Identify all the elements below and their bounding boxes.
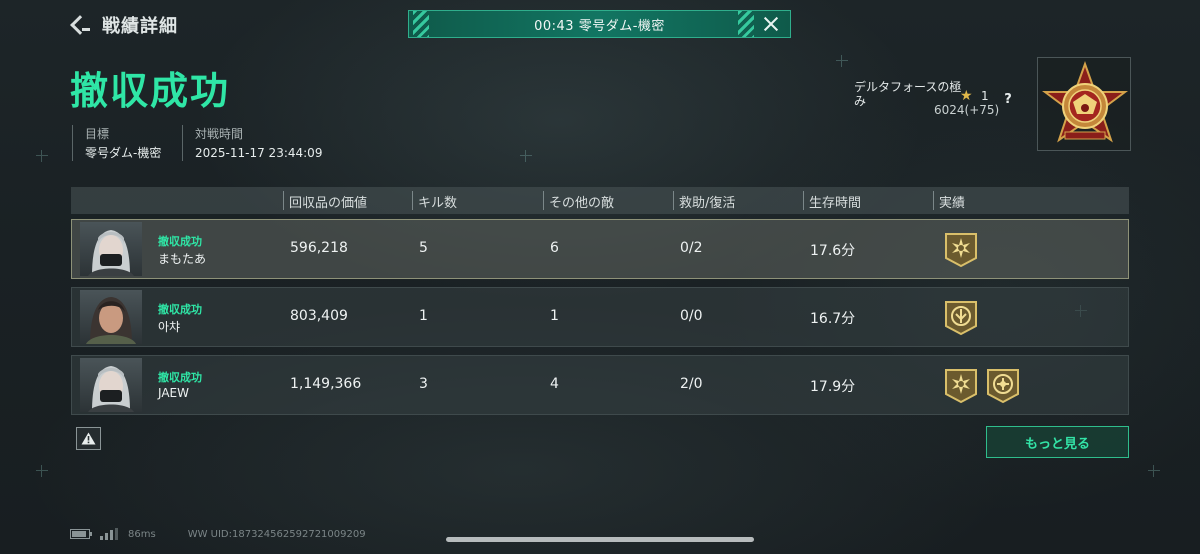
- target-value: 零号ダム-機密: [85, 146, 162, 160]
- time-value: 2025-11-17 23:44:09: [195, 146, 323, 160]
- column-header: 実績: [939, 196, 966, 211]
- loot-value: 596,218: [290, 240, 348, 256]
- rank-points: 6024(+75): [934, 103, 1000, 117]
- avatar: [80, 222, 142, 276]
- column-divider: [412, 191, 413, 210]
- target-label: 目標: [85, 127, 110, 141]
- other-enemies: 1: [550, 308, 559, 324]
- rank-medal-icon: [1042, 61, 1128, 143]
- kill-count: 3: [419, 376, 428, 392]
- column-header: その他の敵: [549, 196, 615, 211]
- sun-badge-icon[interactable]: [944, 368, 978, 404]
- target-info: 目標 零号ダム-機密: [72, 125, 161, 161]
- other-enemies: 4: [550, 376, 559, 392]
- rank-info: デルタフォースの極み ★ 1 6024(+75): [854, 80, 1014, 117]
- column-divider: [933, 191, 934, 210]
- player-name: まもたあ: [158, 252, 207, 266]
- signal-icon: [100, 528, 118, 540]
- uid-text: WW UID:1873245625927210092​09: [187, 528, 366, 540]
- crosshair-decoration: [36, 150, 48, 162]
- table-row[interactable]: 撤収成功 아챠 803,409 1 1 0/0 16.7分: [71, 287, 1129, 347]
- match-time-info: 対戦時間 2025-11-17 23:44:09: [182, 125, 322, 161]
- match-banner: 00:43 零号ダム-機密: [408, 10, 791, 38]
- home-indicator[interactable]: [446, 537, 754, 542]
- column-divider: [543, 191, 544, 210]
- sun-badge-icon[interactable]: [944, 232, 978, 268]
- column-divider: [673, 191, 674, 210]
- column-header: キル数: [418, 196, 458, 211]
- table-row[interactable]: 撤収成功 まもたあ 596,218 5 6 0/2 17.6分: [71, 219, 1129, 279]
- column-divider: [803, 191, 804, 210]
- operator-portrait-icon: [88, 366, 134, 412]
- column-header: 生存時間: [809, 196, 862, 211]
- avatar: [80, 358, 142, 412]
- survival-time: 17.9分: [810, 379, 856, 395]
- loot-value: 803,409: [290, 308, 348, 324]
- crosshair-decoration: [36, 465, 48, 477]
- crosshair-decoration: [520, 150, 532, 162]
- column-header: 救助/復活: [679, 196, 736, 211]
- rescue-revive: 0/2: [680, 240, 703, 256]
- player-name: JAEW: [158, 386, 189, 400]
- rank-stars: 1: [981, 89, 989, 103]
- rank-medal[interactable]: [1037, 57, 1131, 151]
- report-button[interactable]: [76, 427, 101, 450]
- player-name: 아챠: [158, 320, 181, 334]
- page-title: 戦績詳細: [102, 16, 178, 37]
- survival-time: 17.6分: [810, 243, 856, 259]
- survival-time: 16.7分: [810, 311, 856, 327]
- column-divider: [283, 191, 284, 210]
- player-status: 撤収成功: [158, 235, 202, 248]
- loot-value: 1,149,366: [290, 376, 362, 392]
- back-button[interactable]: 戦績詳細: [68, 12, 178, 38]
- warning-icon: [81, 432, 96, 445]
- stripe-decoration: [738, 11, 754, 37]
- avatar: [80, 290, 142, 344]
- more-button[interactable]: もっと見る: [986, 426, 1129, 458]
- crosshair-decoration: [1148, 465, 1160, 477]
- table-row[interactable]: 撤収成功 JAEW 1,149,366 3 4 2/0 17.9分: [71, 355, 1129, 415]
- operator-portrait-icon: [88, 230, 134, 276]
- shield-badge-icon[interactable]: [944, 300, 978, 336]
- back-arrow-icon: [68, 13, 90, 37]
- status-footer: 86ms WW UID:1873245625927210092​09: [70, 528, 366, 540]
- banner-text: 00:43 零号ダム-機密: [534, 18, 665, 34]
- star-icon: ★: [960, 88, 973, 104]
- help-icon[interactable]: ?: [1001, 93, 1015, 107]
- other-enemies: 6: [550, 240, 559, 256]
- time-label: 対戦時間: [195, 127, 244, 141]
- player-status: 撤収成功: [158, 371, 202, 384]
- column-header: 回収品の価値: [289, 196, 368, 211]
- stripe-decoration: [413, 11, 429, 37]
- operator-portrait-icon: [86, 297, 136, 344]
- player-status: 撤収成功: [158, 303, 202, 316]
- table-header: 回収品の価値 キル数 その他の敵 救助/復活 生存時間 実績: [71, 187, 1129, 214]
- close-icon[interactable]: [762, 15, 780, 33]
- rescue-revive: 2/0: [680, 376, 703, 392]
- emblem-badge-icon[interactable]: [986, 368, 1020, 404]
- result-title: 撤収成功: [70, 69, 231, 113]
- crosshair-decoration: [836, 55, 848, 67]
- kill-count: 1: [419, 308, 428, 324]
- battery-icon: [70, 529, 92, 539]
- ping-value: 86ms: [128, 528, 156, 540]
- rescue-revive: 0/0: [680, 308, 703, 324]
- kill-count: 5: [419, 240, 428, 256]
